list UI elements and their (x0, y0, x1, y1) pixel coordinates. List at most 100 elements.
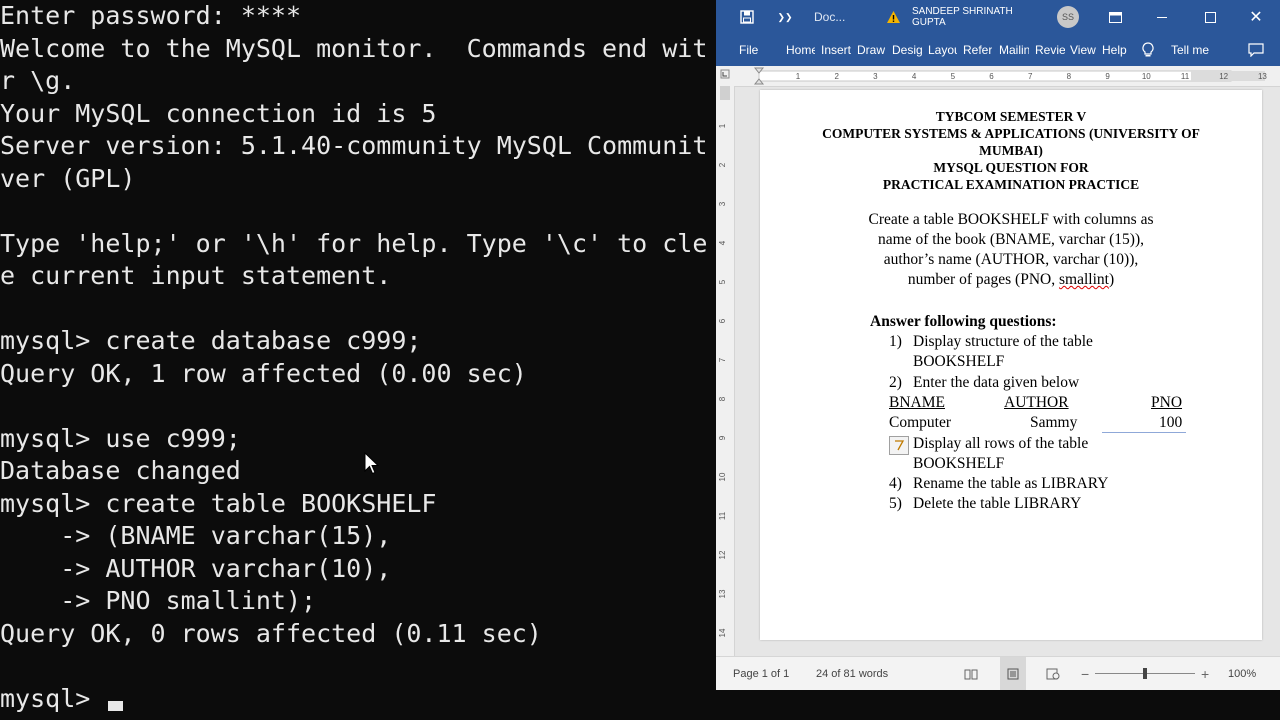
horizontal-ruler[interactable]: 1 2 3 4 5 6 7 8 9 10 11 12 13 (716, 66, 1280, 87)
vertical-ruler-number: 9 (718, 435, 727, 440)
comments-button[interactable] (1248, 34, 1268, 66)
title-bar: ❯❯ Doc... SANDEEP SHRINATH GUPTA SS ✕ (716, 0, 1280, 34)
q1-number: 1) (889, 333, 902, 350)
terminal-line: e current input statement. (0, 261, 392, 290)
answer-heading: Answer following questions: (870, 313, 1057, 330)
minimize-icon (1157, 16, 1167, 18)
page-count[interactable]: Page 1 of 1 (733, 657, 789, 690)
comment-icon (1248, 43, 1264, 58)
zoom-thumb[interactable] (1143, 668, 1147, 679)
zoom-slider[interactable] (1095, 657, 1195, 690)
terminal-line: Enter password: **** (0, 1, 302, 30)
terminal-line: mysql> create database c999; (0, 326, 422, 355)
table-header-author: AUTHOR (1004, 394, 1069, 411)
tab-home[interactable]: Home (786, 34, 815, 66)
ruler-number: 2 (834, 72, 839, 81)
read-mode-icon (964, 669, 978, 680)
tab-insert[interactable]: Insert (821, 34, 853, 66)
ribbon-tabs: File Home Insert Draw Design Layout Refe… (716, 34, 1280, 66)
terminal-line: Welcome to the MySQL monitor. Commands e… (0, 33, 708, 63)
vertical-ruler-number: 5 (718, 279, 727, 284)
terminal-prompt-line[interactable]: mysql> (0, 683, 105, 715)
tab-layout[interactable]: Layout (928, 34, 957, 66)
user-name[interactable]: SANDEEP SHRINATH GUPTA (912, 0, 1048, 34)
plus-icon: + (1201, 666, 1210, 682)
minimize-button[interactable] (1150, 0, 1174, 34)
close-button[interactable]: ✕ (1244, 0, 1268, 34)
lightbulb-shape (1142, 42, 1154, 57)
maximize-button[interactable] (1198, 0, 1222, 34)
vertical-ruler-number: 14 (718, 628, 727, 637)
text-cursor (108, 701, 123, 711)
q3-text: BOOKSHELF (913, 455, 1005, 472)
ruler-number: 6 (989, 72, 994, 81)
table-underline (1102, 432, 1186, 433)
tab-view[interactable]: View (1070, 34, 1098, 66)
tab-draw[interactable]: Draw (857, 34, 887, 66)
intro-line: author’s name (AUTHOR, varchar (10)), (883, 251, 1139, 268)
lightbulb-icon[interactable] (1142, 34, 1158, 66)
terminal-line: -> PNO smallint); (0, 586, 317, 615)
terminal-line: Server version: 5.1.40-community MySQL C… (0, 131, 708, 160)
print-layout-button[interactable] (1000, 657, 1026, 690)
table-cell-author: Sammy (1030, 414, 1078, 431)
terminal-line: Type 'help;' or '\h' for help. Type '\c'… (0, 228, 708, 258)
q5-text: Delete the table LIBRARY (913, 495, 1082, 512)
doc-heading-line: TYBCOM SEMESTER V (935, 109, 1087, 124)
ruler-number: 10 (1142, 72, 1151, 81)
ruler-number: 4 (912, 72, 917, 81)
q3-text: Display all rows of the table (913, 435, 1089, 452)
vertical-ruler-number: 10 (718, 472, 727, 481)
ruler-number: 3 (873, 72, 878, 81)
tab-help[interactable]: Help (1102, 34, 1130, 66)
tab-references[interactable]: References (963, 34, 992, 66)
zoom-in-button[interactable]: + (1201, 657, 1209, 690)
edit-marker-icon (895, 440, 905, 451)
q3-number-highlight[interactable] (889, 436, 909, 455)
tell-me-search[interactable]: Tell me (1171, 34, 1216, 66)
table-cell-bname: Computer (889, 414, 951, 431)
read-mode-button[interactable] (964, 657, 982, 690)
vertical-ruler-number: 11 (718, 511, 727, 520)
misspelled-word[interactable]: smallint (1059, 271, 1109, 288)
vertical-ruler-graphic: 1234567891011121314 (718, 86, 730, 637)
tab-design[interactable]: Design (892, 34, 922, 66)
ribbon-display-options-button[interactable] (1104, 0, 1126, 34)
word-window[interactable]: ❯❯ Doc... SANDEEP SHRINATH GUPTA SS ✕ Fi… (716, 0, 1280, 690)
save-button[interactable] (736, 0, 758, 34)
quick-access-more-button[interactable]: ❯❯ (776, 0, 794, 34)
save-icon (740, 10, 754, 24)
terminal-line: Query OK, 0 rows affected (0.11 sec) (0, 618, 542, 648)
vertical-ruler-number: 8 (718, 396, 727, 401)
vertical-ruler-number: 7 (718, 357, 727, 362)
zoom-level[interactable]: 100% (1228, 657, 1256, 690)
avatar[interactable]: SS (1056, 0, 1080, 34)
mysql-terminal[interactable]: Enter password: **** Welcome to the MySQ… (0, 0, 716, 720)
word-count[interactable]: 24 of 81 words (816, 657, 888, 690)
web-layout-button[interactable] (1046, 657, 1064, 690)
vertical-ruler[interactable]: 1 2 3 4 5 6 7 8 9 10 11 12 13 14 (716, 86, 735, 656)
intro-line: Create a table BOOKSHELF with columns as (868, 211, 1154, 228)
print-layout-icon (1007, 668, 1019, 680)
ruler-number: 11 (1181, 72, 1190, 81)
vertical-ruler-number: 4 (718, 240, 727, 245)
intro-line: name of the book (BNAME, varchar (15)), (878, 231, 1144, 248)
avatar-initials: SS (1057, 6, 1079, 28)
intro-line-last: number of pages (PNO, smallint) (760, 270, 1262, 290)
terminal-line: Database changed (0, 456, 241, 485)
tab-mailings[interactable]: Mailings (999, 34, 1029, 66)
q1-text: BOOKSHELF (913, 353, 1005, 370)
table-header-pno: PNO (1151, 394, 1183, 411)
q2-text: Enter the data given below (913, 374, 1080, 391)
terminal-line: mysql> use c999; (0, 423, 241, 453)
intro-line-text: number of pages (PNO, (907, 271, 1059, 288)
zoom-out-button[interactable]: − (1081, 657, 1089, 690)
table-header-bname: BNAME (889, 394, 945, 411)
tab-review[interactable]: Review (1035, 34, 1065, 66)
document-page[interactable]: TYBCOM SEMESTER V COMPUTER SYSTEMS & APP… (760, 90, 1262, 640)
warning-icon[interactable] (884, 0, 902, 34)
q5-number: 5) (889, 495, 902, 512)
tab-file[interactable]: File (739, 34, 765, 66)
vertical-ruler-number: 13 (718, 589, 727, 598)
ruler-number: 8 (1067, 72, 1072, 81)
